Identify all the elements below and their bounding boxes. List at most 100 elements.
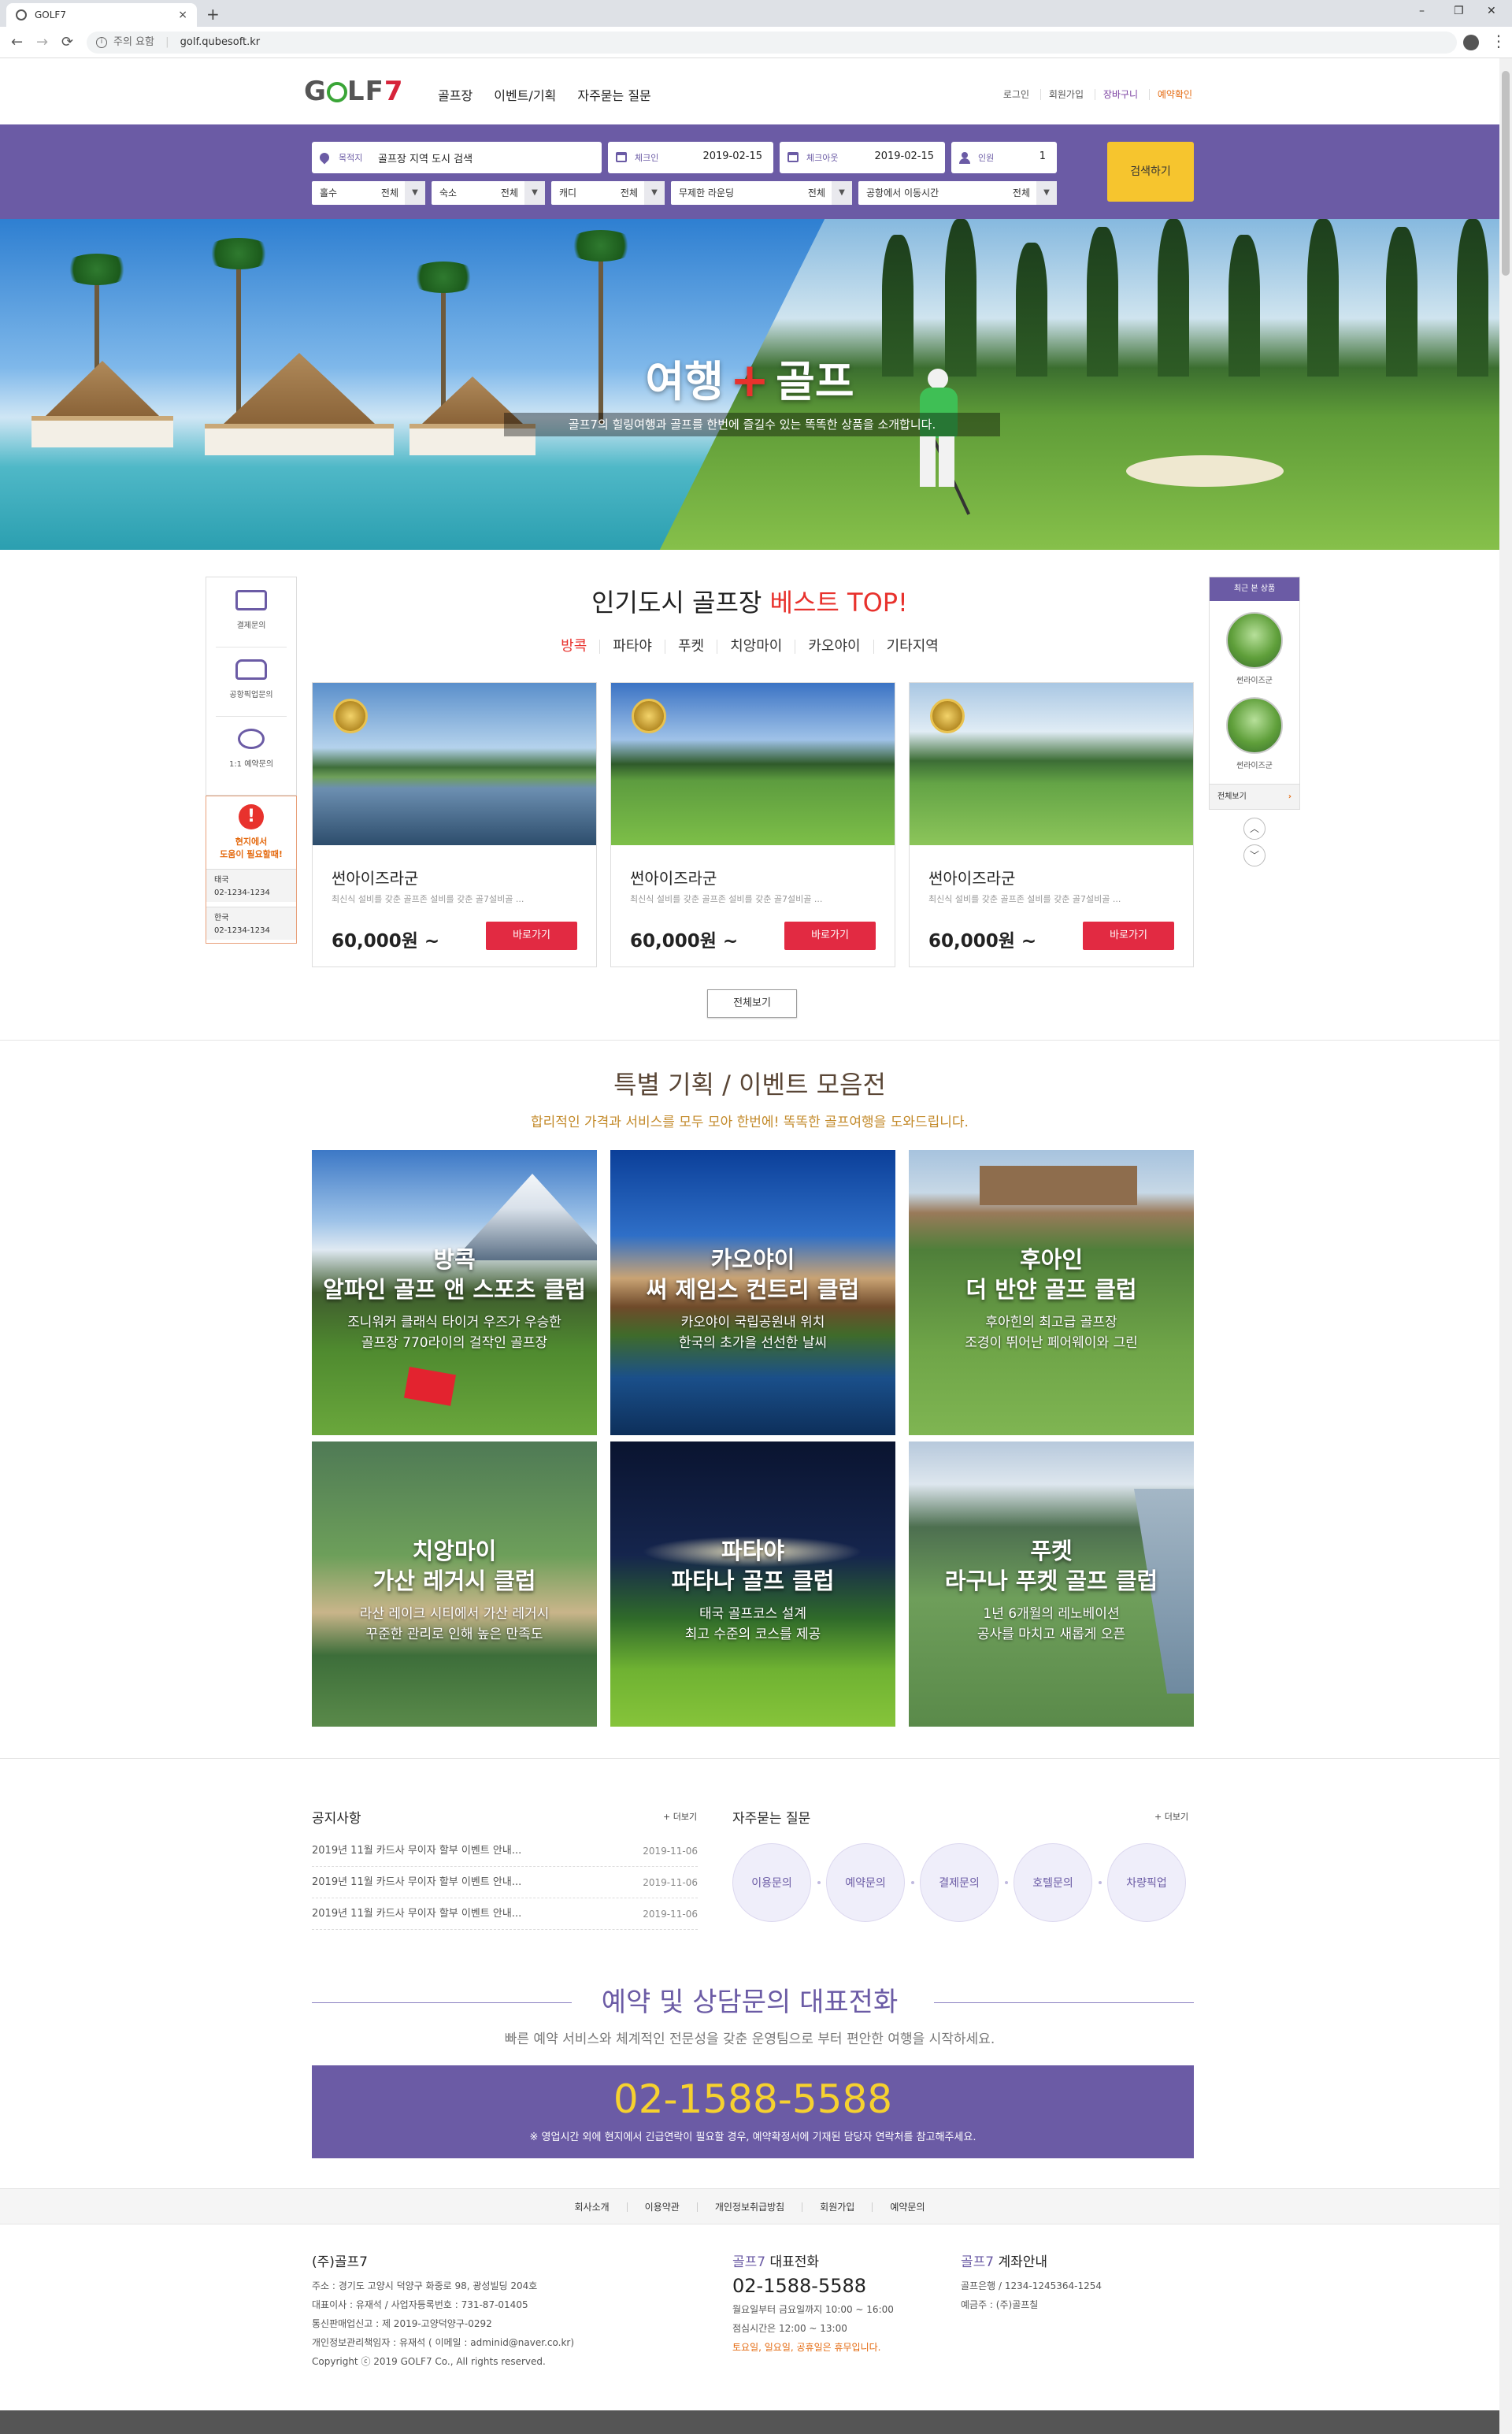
address-bar[interactable]: i 주의 요함 | golf.qubesoft.kr: [87, 32, 1457, 54]
notice-row[interactable]: 2019년 11월 카드사 무이자 할부 이벤트 안내... 2019-11-06: [312, 1867, 698, 1898]
signup-link[interactable]: 회원가입: [1040, 89, 1084, 100]
event-desc-line: 조니워커 클래식 타이거 우즈가 우승한: [347, 1315, 561, 1330]
people-field[interactable]: 인원 1: [951, 142, 1057, 173]
filter-airport-time-select[interactable]: 공항에서 이동시간 전체 ▼: [858, 181, 1057, 205]
notice-more-link[interactable]: + 더보기: [663, 1810, 697, 1823]
minimize-button[interactable]: –: [1419, 5, 1425, 17]
quick-airport-pickup[interactable]: 공항픽업문의: [206, 659, 296, 699]
tab-khaoyai[interactable]: 카오야이: [795, 640, 873, 654]
nav-golf-course[interactable]: 골프장: [438, 88, 472, 103]
logo-seven: 7: [384, 76, 404, 107]
event-desc-line: 최고 수준의 코스를 제공: [684, 1627, 821, 1642]
browser-tab[interactable]: GOLF7 ×: [6, 3, 197, 27]
faq-pickup[interactable]: 차량픽업: [1107, 1843, 1186, 1922]
nav-events[interactable]: 이벤트/기획: [494, 88, 556, 103]
scrollbar[interactable]: [1499, 58, 1512, 2434]
filter-label: 숙소: [439, 187, 458, 199]
filter-value: 전체: [620, 187, 638, 199]
login-link[interactable]: 로그인: [995, 89, 1029, 100]
event-card[interactable]: 치앙마이 가산 레거시 클럽 라산 레이크 시티에서 가산 레거시 꾸준한 관리로 …: [312, 1441, 597, 1727]
hero-banner: 여행 + 골프 골프7의 힐링여행과 골프를 한번에 즐길수 있는 똑똑한 상품을 …: [0, 219, 1499, 550]
forward-icon[interactable]: →: [36, 34, 48, 50]
event-card[interactable]: 푸켓 라구나 푸켓 골프 클럽 1년 6개월의 레노베이션 공사를 마치고 새롭게 …: [909, 1441, 1194, 1727]
destination-field[interactable]: 목적지 골프장 지역 도시 검색: [312, 142, 602, 173]
filter-unlimited-round-select[interactable]: 무제한 라운딩 전체 ▼: [671, 181, 852, 205]
reservation-check-link[interactable]: 예약확인: [1148, 89, 1192, 100]
tab-bangkok[interactable]: 방콕: [548, 640, 599, 654]
dot-separator: [817, 1881, 821, 1884]
new-tab-button[interactable]: +: [206, 5, 220, 24]
event-card[interactable]: 방콕 알파인 골프 앤 스포츠 클럽 조니워커 클래식 타이거 우즈가 우승한 골프…: [312, 1150, 597, 1435]
course-desc: 최신식 설비를 갖춘 골프존 설비를 갖춘 골7설비골 ...: [332, 894, 524, 904]
back-icon[interactable]: ←: [11, 34, 23, 50]
footer-link-signup[interactable]: 회원가입: [802, 2202, 872, 2212]
recent-item-name[interactable]: 썬라이즈군: [1210, 759, 1299, 770]
palm-leaves: [61, 254, 132, 285]
filter-lodging-select[interactable]: 숙소 전체 ▼: [432, 181, 545, 205]
reload-icon[interactable]: ⟳: [61, 34, 73, 50]
golf-course-card[interactable]: 썬아이즈라군 최신식 설비를 갖춘 골프존 설비를 갖춘 골7설비골 ... 6…: [312, 682, 597, 967]
scroll-down-button[interactable]: ﹀: [1243, 844, 1266, 866]
event-card[interactable]: 파타야 파타나 골프 클럽 태국 골프코스 설계 최고 수준의 코스를 제공: [610, 1441, 895, 1727]
golf-course-card[interactable]: 썬아이즈라군 최신식 설비를 갖춘 골프존 설비를 갖춘 골7설비골 ... 6…: [610, 682, 895, 967]
faq-hotel[interactable]: 호텔문의: [1014, 1843, 1092, 1922]
plus-icon: +: [729, 353, 770, 408]
view-all-button[interactable]: 전체보기: [707, 989, 797, 1018]
main-nav: 골프장 이벤트/기획 자주묻는 질문: [438, 85, 669, 104]
checkin-field[interactable]: 체크인 2019-02-15: [608, 142, 773, 173]
go-button[interactable]: 바로가기: [1083, 922, 1174, 950]
faq-reservation[interactable]: 예약문의: [826, 1843, 905, 1922]
faq-payment[interactable]: 결제문의: [920, 1843, 999, 1922]
browser-menu-icon[interactable]: ⋮: [1491, 32, 1506, 50]
quick-label: 공항픽업문의: [229, 691, 273, 699]
profile-icon[interactable]: [1463, 35, 1479, 50]
footer-phone-number[interactable]: 02-1588-5588: [732, 2276, 894, 2295]
footer-link-inquiry[interactable]: 예약문의: [872, 2202, 942, 2212]
quick-reservation-inquiry[interactable]: 1:1 예약문의: [206, 729, 296, 769]
tab-chiangmai[interactable]: 치앙마이: [717, 640, 795, 654]
scroll-up-button[interactable]: ︿: [1243, 818, 1266, 840]
tab-pattaya[interactable]: 파타야: [599, 640, 665, 654]
dot-separator: [1099, 1881, 1102, 1884]
footer-link-terms[interactable]: 이용약관: [626, 2202, 697, 2212]
faq-usage[interactable]: 이용문의: [732, 1843, 811, 1922]
go-button[interactable]: 바로가기: [784, 922, 876, 950]
go-button[interactable]: 바로가기: [486, 922, 577, 950]
footer-company: (주)골프7 주소 : 경기도 고양시 덕양구 화중로 98, 광성빌딩 204…: [312, 2253, 574, 2371]
event-card[interactable]: 후아인 더 반얀 골프 클럽 후아힌의 최고급 골프장 조경이 뛰어난 페어웨이와 …: [909, 1150, 1194, 1435]
event-club: 가산 레거시 클럽: [372, 1568, 536, 1594]
recent-item-thumb[interactable]: [1226, 697, 1283, 754]
search-button[interactable]: 검색하기: [1107, 142, 1194, 202]
nav-faq[interactable]: 자주묻는 질문: [577, 88, 650, 103]
event-desc: 카오야이 국립공원내 위치 한국의 초가을 선선한 날씨: [610, 1312, 895, 1353]
notice-row[interactable]: 2019년 11월 카드사 무이자 할부 이벤트 안내... 2019-11-06: [312, 1898, 698, 1930]
notice-row[interactable]: 2019년 11월 카드사 무이자 할부 이벤트 안내... 2019-11-06: [312, 1835, 698, 1867]
events-title: 특별 기획 / 이벤트 모음전: [613, 1070, 886, 1100]
recent-item-name[interactable]: 썬라이즈군: [1210, 673, 1299, 685]
event-card[interactable]: 카오야이 써 제임스 컨트리 클럽 카오야이 국립공원내 위치 한국의 초가을 선선…: [610, 1150, 895, 1435]
tab-close-icon[interactable]: ×: [178, 3, 187, 27]
recent-view-all[interactable]: 전체보기 ›: [1210, 784, 1299, 809]
maximize-button[interactable]: ❐: [1454, 5, 1464, 17]
filter-caddie-select[interactable]: 캐디 전체 ▼: [551, 181, 665, 205]
security-status: 주의 요함: [113, 36, 154, 48]
window-close-button[interactable]: ✕: [1487, 5, 1496, 17]
cart-link[interactable]: 장바구니: [1094, 89, 1138, 100]
filter-holes-select[interactable]: 홀수 전체 ▼: [312, 181, 425, 205]
golf-ball-icon: [326, 82, 347, 102]
main-phone-number[interactable]: 02-1588-5588: [312, 2076, 1194, 2122]
footer-link-about[interactable]: 회사소개: [557, 2202, 626, 2212]
checkout-field[interactable]: 체크아웃 2019-02-15: [780, 142, 945, 173]
faq-more-link[interactable]: + 더보기: [1154, 1810, 1188, 1823]
info-icon[interactable]: i: [96, 37, 107, 48]
golf-course-card[interactable]: 썬아이즈라군 최신식 설비를 갖춘 골프존 설비를 갖춘 골7설비골 ... 6…: [909, 682, 1194, 967]
company-license: 통신판매업신고 : 제 2019-고양덕양구-0292: [312, 2318, 492, 2329]
tab-others[interactable]: 기타지역: [873, 640, 951, 654]
tab-phuket[interactable]: 푸켓: [664, 640, 717, 654]
site-logo[interactable]: G LF7: [304, 76, 403, 107]
scrollbar-thumb[interactable]: [1502, 71, 1510, 276]
footer-link-privacy[interactable]: 개인정보취급방침: [696, 2202, 802, 2212]
palm-leaves: [565, 230, 636, 262]
chevron-down-icon: ▼: [524, 181, 545, 205]
event-city: 치앙마이: [412, 1538, 497, 1564]
